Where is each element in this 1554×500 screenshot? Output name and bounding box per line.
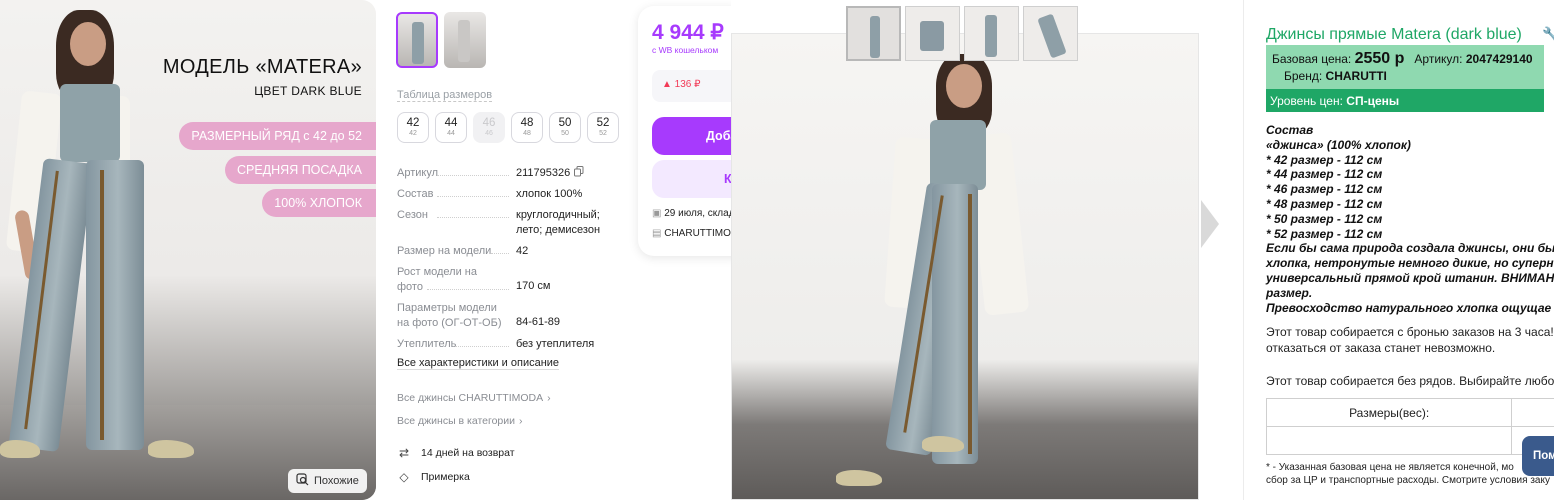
hero-pill-size-range: РАЗМЕРНЫЙ РЯД с 42 до 52	[179, 122, 376, 150]
box-icon: ▣	[652, 208, 662, 219]
similar-button[interactable]: Похожие	[288, 469, 367, 493]
base-price: 2550 р	[1354, 50, 1405, 67]
return-icon: ⇄	[398, 446, 410, 460]
return-label: 14 дней на возврат	[421, 447, 515, 459]
desc-line: хлопка, нетронутые немного дикие, но суп…	[1266, 256, 1554, 271]
table-cell[interactable]	[1265, 426, 1513, 455]
desc-line: Превосходство натурального хлопка ощущае	[1266, 300, 1552, 315]
reservation-note: Этот товар собирается с бронью заказов н…	[1266, 325, 1554, 356]
sizes-header-cell: Размеры(вес):	[1265, 398, 1513, 427]
product-thumbnail[interactable]	[444, 12, 486, 68]
desc-line: * 48 размер - 112 см	[1266, 196, 1383, 211]
desc-line: универсальный прямой крой штанин. ВНИМАН	[1266, 270, 1554, 285]
desc-line: * 42 размер - 112 см	[1266, 152, 1383, 167]
price-level-value: СП-цены	[1346, 94, 1400, 108]
next-arrow-icon[interactable]	[1201, 200, 1219, 248]
desc-line: Состав	[1266, 123, 1314, 137]
price-card: 4 944 ₽ с WB кошельком ▲ 136 ₽ Добавить …	[638, 6, 731, 256]
delivery-date: ▣ 29 июля, склад	[652, 208, 731, 219]
size-option-unavailable: 46 46	[473, 112, 505, 143]
desc-line: * 44 размер - 112 см	[1266, 167, 1383, 182]
category-jeans-link[interactable]: Все джинсы в категории ›	[397, 415, 523, 427]
footnote-line: * - Указанная базовая цена не является к…	[1266, 462, 1514, 473]
sizes-table: Размеры(вес):	[1265, 398, 1554, 455]
sp-price-header: Базовая цена: 2550 р Артикул: 2047429140…	[1266, 45, 1544, 89]
size-option[interactable]: 48 48	[511, 112, 543, 143]
brand-jeans-link[interactable]: Все джинсы CHARUTTIMODA ›	[397, 392, 551, 404]
size-table-link[interactable]: Таблица размеров	[397, 89, 493, 102]
note-line: Этот товар собирается с бронью заказов н…	[1266, 325, 1554, 339]
copy-icon[interactable]	[574, 166, 584, 180]
add-to-cart-button[interactable]: Добавить в корзину	[652, 117, 731, 155]
sp-info-panel: Джинсы прямые Matera (dark blue) 🔧 Базов…	[1243, 0, 1554, 500]
similar-label: Похожие	[314, 475, 359, 487]
hero-pill-cotton: 100% ХЛОПОК	[262, 189, 376, 217]
price: 4 944 ₽	[652, 21, 724, 44]
brand-label: Бренд:	[1284, 69, 1323, 83]
wrench-icon[interactable]: 🔧	[1542, 26, 1554, 43]
desc-line: * 52 размер - 112 см	[1266, 226, 1383, 241]
help-button[interactable]: Пом	[1522, 436, 1554, 476]
product-thumbnail[interactable]	[396, 12, 438, 68]
desc-line: * 46 размер - 112 см	[1266, 182, 1383, 197]
hero-title: МОДЕЛЬ «MATERA»	[162, 56, 362, 78]
seller-brand-label: CHARUTTIMODA	[664, 228, 731, 239]
gallery-thumbnails	[846, 6, 1078, 61]
chevron-right-icon: ›	[547, 392, 551, 404]
chevron-right-icon: ›	[519, 415, 523, 427]
size-option[interactable]: 50 50	[549, 112, 581, 143]
table-cell	[1511, 398, 1554, 427]
gallery-thumbnail[interactable]	[905, 6, 960, 61]
size-selector: 42 42 44 44 46 46 48 48 50 50 52 52	[397, 112, 619, 143]
article-value: 2047429140	[1465, 52, 1533, 66]
all-characteristics-link[interactable]: Все характеристики и описание	[397, 357, 560, 370]
size-option[interactable]: 42 42	[397, 112, 429, 143]
hero-color: ЦВЕТ DARK BLUE	[254, 84, 362, 98]
wb-product-panel: МОДЕЛЬ «MATERA» ЦВЕТ DARK BLUE РАЗМЕРНЫЙ…	[0, 0, 731, 500]
delivery-label: 29 июля, склад	[664, 208, 731, 219]
desc-line: «джинса» (100% хлопок)	[1266, 137, 1411, 152]
wallet-note: с WB кошельком	[652, 45, 719, 55]
brand-jeans-label: Все джинсы CHARUTTIMODA	[397, 392, 544, 404]
page: МОДЕЛЬ «MATERA» ЦВЕТ DARK BLUE РАЗМЕРНЫЙ…	[0, 0, 1554, 500]
desc-line: размер.	[1266, 285, 1313, 300]
article-label: Артикул:	[1414, 52, 1463, 66]
price-level-label: Уровень цен:	[1270, 94, 1343, 108]
discount-badge[interactable]: ▲ 136 ₽	[652, 70, 731, 102]
gallery-main-image[interactable]	[731, 33, 1199, 500]
desc-line: * 50 размер - 112 см	[1266, 211, 1383, 226]
tag-icon: ◇	[399, 470, 409, 484]
buy-now-button[interactable]: Купить сейчас	[652, 160, 731, 198]
category-jeans-label: Все джинсы в категории	[397, 415, 516, 427]
product-description: Состав «джинса» (100% хлопок) * 42 разме…	[1266, 123, 1554, 315]
size-option[interactable]: 44 44	[435, 112, 467, 143]
gallery-thumbnail[interactable]	[846, 6, 901, 61]
product-thumbnails	[396, 12, 486, 68]
price-level-bar: Уровень цен: СП-цены	[1266, 89, 1544, 112]
brand-value: CHARUTTI	[1325, 69, 1387, 83]
base-price-label: Базовая цена:	[1272, 52, 1352, 66]
desc-line: Если бы сама природа создала джинсы, они…	[1266, 241, 1554, 256]
fitting-label: Примерка	[421, 471, 470, 483]
store-icon: ▤	[652, 228, 662, 239]
footnote: * - Указанная базовая цена не является к…	[1266, 461, 1550, 487]
no-rows-note: Этот товар собирается без рядов. Выбирай…	[1266, 374, 1554, 388]
model-figure	[732, 34, 1198, 499]
image-gallery	[731, 0, 1243, 500]
hero-image[interactable]: МОДЕЛЬ «MATERA» ЦВЕТ DARK BLUE РАЗМЕРНЫЙ…	[0, 0, 376, 500]
seller-brand[interactable]: ▤ CHARUTTIMODA	[652, 228, 731, 239]
sp-product-title[interactable]: Джинсы прямые Matera (dark blue)	[1266, 26, 1522, 44]
similar-search-icon	[296, 473, 309, 489]
gallery-thumbnail[interactable]	[1023, 6, 1078, 61]
note-line: отказаться от заказа станет невозможно.	[1266, 340, 1496, 355]
table-row	[1265, 426, 1554, 455]
hero-pill-rise: СРЕДНЯЯ ПОСАДКА	[224, 156, 376, 184]
footnote-line: сбор за ЦР и транспортные расходы. Смотр…	[1266, 475, 1550, 486]
gallery-thumbnail[interactable]	[964, 6, 1019, 61]
return-policy: ⇄ 14 дней на возврат	[397, 446, 515, 460]
size-option[interactable]: 52 52	[587, 112, 619, 143]
fitting-option: ◇ Примерка	[397, 470, 470, 484]
table-row: Размеры(вес):	[1265, 398, 1554, 427]
